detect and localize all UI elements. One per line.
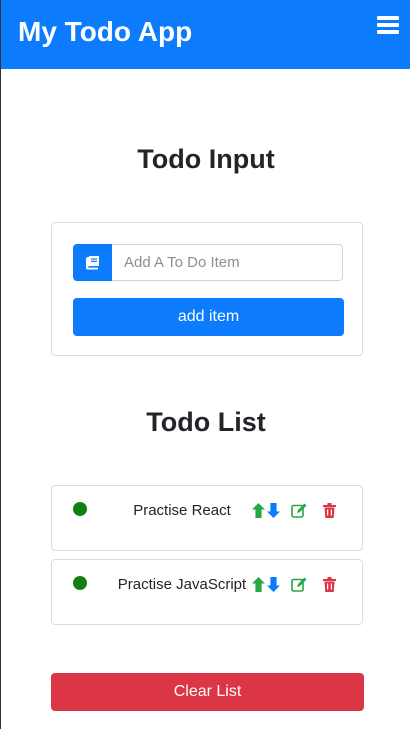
edit-icon[interactable] — [291, 577, 307, 592]
todo-input-card: add item — [51, 222, 363, 356]
app-brand-title[interactable]: My Todo App — [18, 15, 192, 49]
todo-item-text: Practise JavaScript — [117, 576, 247, 593]
arrow-up-icon[interactable] — [252, 503, 265, 518]
status-dot — [73, 576, 87, 590]
arrow-down-icon[interactable] — [267, 503, 280, 518]
todo-input-heading: Todo Input — [137, 144, 275, 174]
todo-list-item: Practise JavaScript — [51, 559, 363, 625]
status-dot — [73, 502, 87, 516]
add-item-button[interactable]: add item — [73, 298, 344, 336]
clear-list-button[interactable]: Clear List — [51, 673, 364, 711]
todo-item-input[interactable] — [112, 244, 343, 281]
navbar: My Todo App — [1, 0, 410, 69]
trash-icon[interactable] — [323, 503, 336, 518]
todo-list-heading: Todo List — [146, 407, 266, 437]
input-prepend — [73, 244, 112, 281]
todo-input-group — [73, 244, 343, 281]
app-page: My Todo App Todo Input add item Todo Lis… — [0, 0, 410, 729]
arrow-up-icon[interactable] — [252, 577, 265, 592]
arrow-down-icon[interactable] — [267, 577, 280, 592]
book-icon — [86, 256, 99, 270]
todo-list-item: Practise React — [51, 485, 363, 551]
edit-icon[interactable] — [291, 503, 307, 518]
hamburger-menu-icon[interactable] — [377, 16, 399, 34]
todo-item-text: Practise React — [133, 502, 231, 519]
trash-icon[interactable] — [323, 577, 336, 592]
